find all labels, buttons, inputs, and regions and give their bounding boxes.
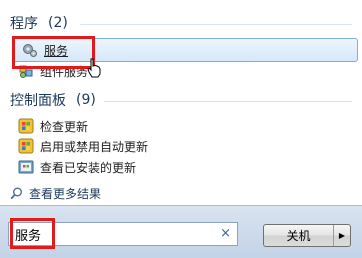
group-count: (9): [76, 92, 96, 108]
shutdown-label[interactable]: 关机: [264, 225, 334, 246]
hand-cursor-icon: [87, 58, 101, 78]
result-label: 查看已安装的更新: [40, 160, 137, 175]
result-item-auto-updates[interactable]: 启用或禁用自动更新: [18, 136, 148, 156]
more-results-label: 查看更多结果: [29, 186, 102, 201]
group-count: (2): [48, 15, 68, 31]
result-item-component-services[interactable]: 组件服务: [18, 61, 88, 81]
search-results-pane: 程序 (2) 服务 组件服务 控制面板 (9) 检查更新 启用或禁用自动更新 查…: [0, 0, 362, 205]
component-services-icon: [19, 65, 33, 78]
search-bar-area: × 关机 ▶: [0, 205, 362, 258]
shutdown-options-arrow-icon[interactable]: ▶: [334, 225, 350, 246]
search-box[interactable]: ×: [8, 222, 238, 246]
result-label: 启用或禁用自动更新: [40, 139, 149, 154]
divider: [80, 24, 352, 25]
group-header-control-panel: 控制面板 (9): [10, 90, 96, 110]
see-more-results-link[interactable]: 查看更多结果: [10, 184, 101, 202]
result-item-installed-updates[interactable]: 查看已安装的更新: [18, 157, 136, 177]
result-label: 组件服务: [40, 64, 89, 79]
gears-icon: [23, 44, 37, 57]
result-item-services[interactable]: 服务: [13, 38, 358, 62]
installed-updates-icon: [18, 160, 34, 174]
divider: [104, 101, 352, 102]
search-icon: [10, 187, 22, 199]
windows-update-icon: [18, 138, 34, 154]
group-title: 程序: [10, 16, 38, 32]
result-item-check-updates[interactable]: 检查更新: [18, 116, 88, 136]
shutdown-button[interactable]: 关机 ▶: [263, 224, 351, 247]
search-input[interactable]: [9, 225, 207, 243]
result-label: 检查更新: [40, 119, 89, 134]
group-header-programs: 程序 (2): [10, 13, 68, 33]
windows-update-icon: [18, 118, 34, 134]
result-label: 服务: [44, 43, 69, 58]
clear-search-icon[interactable]: ×: [220, 226, 231, 241]
group-title: 控制面板: [10, 93, 66, 109]
